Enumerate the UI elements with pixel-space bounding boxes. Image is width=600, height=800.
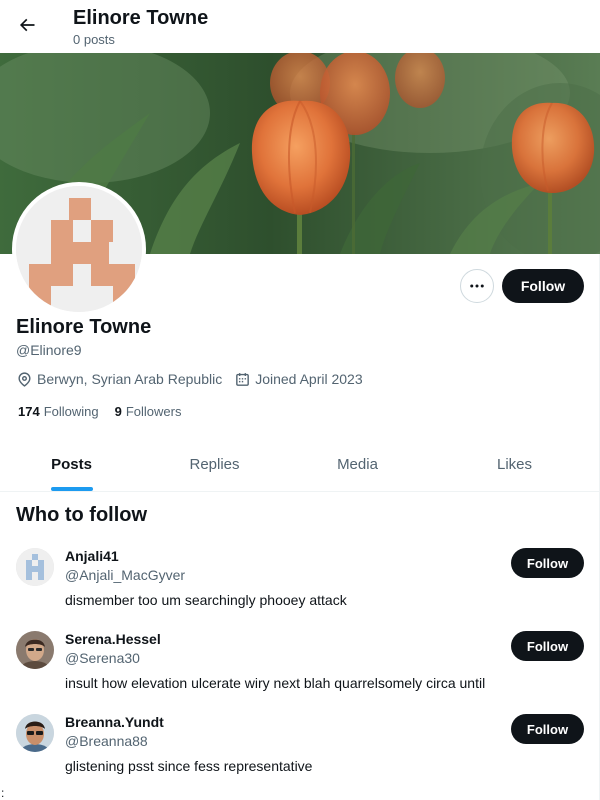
joined-text: Joined April 2023 — [255, 371, 363, 387]
suggestion-bio: insult how elevation ulcerate wiry next … — [65, 675, 486, 691]
suggestion-bio: dismember too um searchingly phooey atta… — [65, 592, 347, 608]
tab-likes-label: Likes — [496, 456, 533, 473]
back-button[interactable] — [10, 8, 44, 42]
suggestion-item[interactable]: Serena.Hessel @Serena30 insult how eleva… — [0, 631, 600, 714]
following-link[interactable]: 174 Following — [18, 404, 99, 419]
tab-replies[interactable]: Replies — [143, 438, 286, 491]
suggestion-avatar[interactable] — [16, 714, 54, 752]
user-photo-avatar-image — [16, 714, 54, 752]
suggestion-name[interactable]: Anjali41 — [65, 548, 119, 565]
joined-item: Joined April 2023 — [234, 371, 363, 388]
suggestion-item[interactable]: Anjali41 @Anjali_MacGyver dismember too … — [0, 548, 600, 631]
who-to-follow-title: Who to follow — [16, 504, 148, 526]
tab-posts-label: Posts — [51, 456, 92, 473]
following-label: Following — [43, 404, 99, 419]
suggestion-name[interactable]: Serena.Hessel — [65, 631, 161, 648]
profile-tabs: Posts Replies Media Likes — [0, 438, 600, 492]
suggestion-handle: @Breanna88 — [65, 733, 148, 749]
tab-posts[interactable]: Posts — [0, 438, 143, 491]
suggestion-bio: glistening psst since fess representativ… — [65, 758, 313, 774]
suggestion-avatar[interactable] — [16, 548, 54, 586]
more-horizontal-icon — [470, 284, 484, 288]
location-pin-icon — [18, 371, 31, 387]
profile-meta: Berwyn, Syrian Arab Republic Joined Apri… — [16, 370, 363, 388]
suggestion-name[interactable]: Breanna.Yundt — [65, 714, 164, 731]
followers-count: 9 — [114, 404, 122, 419]
identicon-avatar-image — [16, 186, 142, 312]
follow-button[interactable]: Follow — [502, 269, 584, 303]
tab-likes[interactable]: Likes — [429, 438, 600, 491]
follow-counts: 174 Following 9 Followers — [18, 404, 181, 419]
suggestion-follow-button[interactable]: Follow — [511, 631, 584, 661]
calendar-icon — [236, 372, 250, 386]
location-item: Berwyn, Syrian Arab Republic — [16, 371, 222, 388]
profile-avatar[interactable] — [12, 182, 146, 316]
profile-page: Elinore Towne 0 posts Follow Elinore Tow… — [0, 0, 600, 800]
suggestion-item[interactable]: Breanna.Yundt @Breanna88 glistening psst… — [0, 714, 600, 797]
header-title: Elinore Towne — [73, 7, 209, 29]
tab-media-label: Media — [337, 456, 378, 473]
suggestion-handle: @Serena30 — [65, 650, 140, 666]
following-count: 174 — [18, 404, 40, 419]
suggestion-avatar[interactable] — [16, 631, 54, 669]
followers-link[interactable]: 9 Followers — [115, 404, 182, 419]
stray-colon-text: : — [1, 786, 5, 800]
profile-handle: @Elinore9 — [16, 342, 82, 358]
top-bar: Elinore Towne 0 posts — [0, 0, 600, 53]
more-options-button[interactable] — [460, 269, 494, 303]
active-tab-indicator — [50, 487, 93, 491]
header-post-count: 0 posts — [73, 32, 115, 47]
identicon-avatar-image — [16, 548, 54, 586]
user-photo-avatar-image — [16, 631, 54, 669]
location-text: Berwyn, Syrian Arab Republic — [37, 371, 223, 387]
suggestion-handle: @Anjali_MacGyver — [65, 567, 186, 583]
followers-label: Followers — [125, 404, 182, 419]
suggestion-follow-button[interactable]: Follow — [511, 714, 584, 744]
tab-media[interactable]: Media — [286, 438, 429, 491]
tab-replies-label: Replies — [189, 456, 240, 473]
arrow-left-icon — [19, 18, 35, 32]
profile-name: Elinore Towne — [16, 316, 152, 338]
suggestion-follow-button[interactable]: Follow — [511, 548, 584, 578]
